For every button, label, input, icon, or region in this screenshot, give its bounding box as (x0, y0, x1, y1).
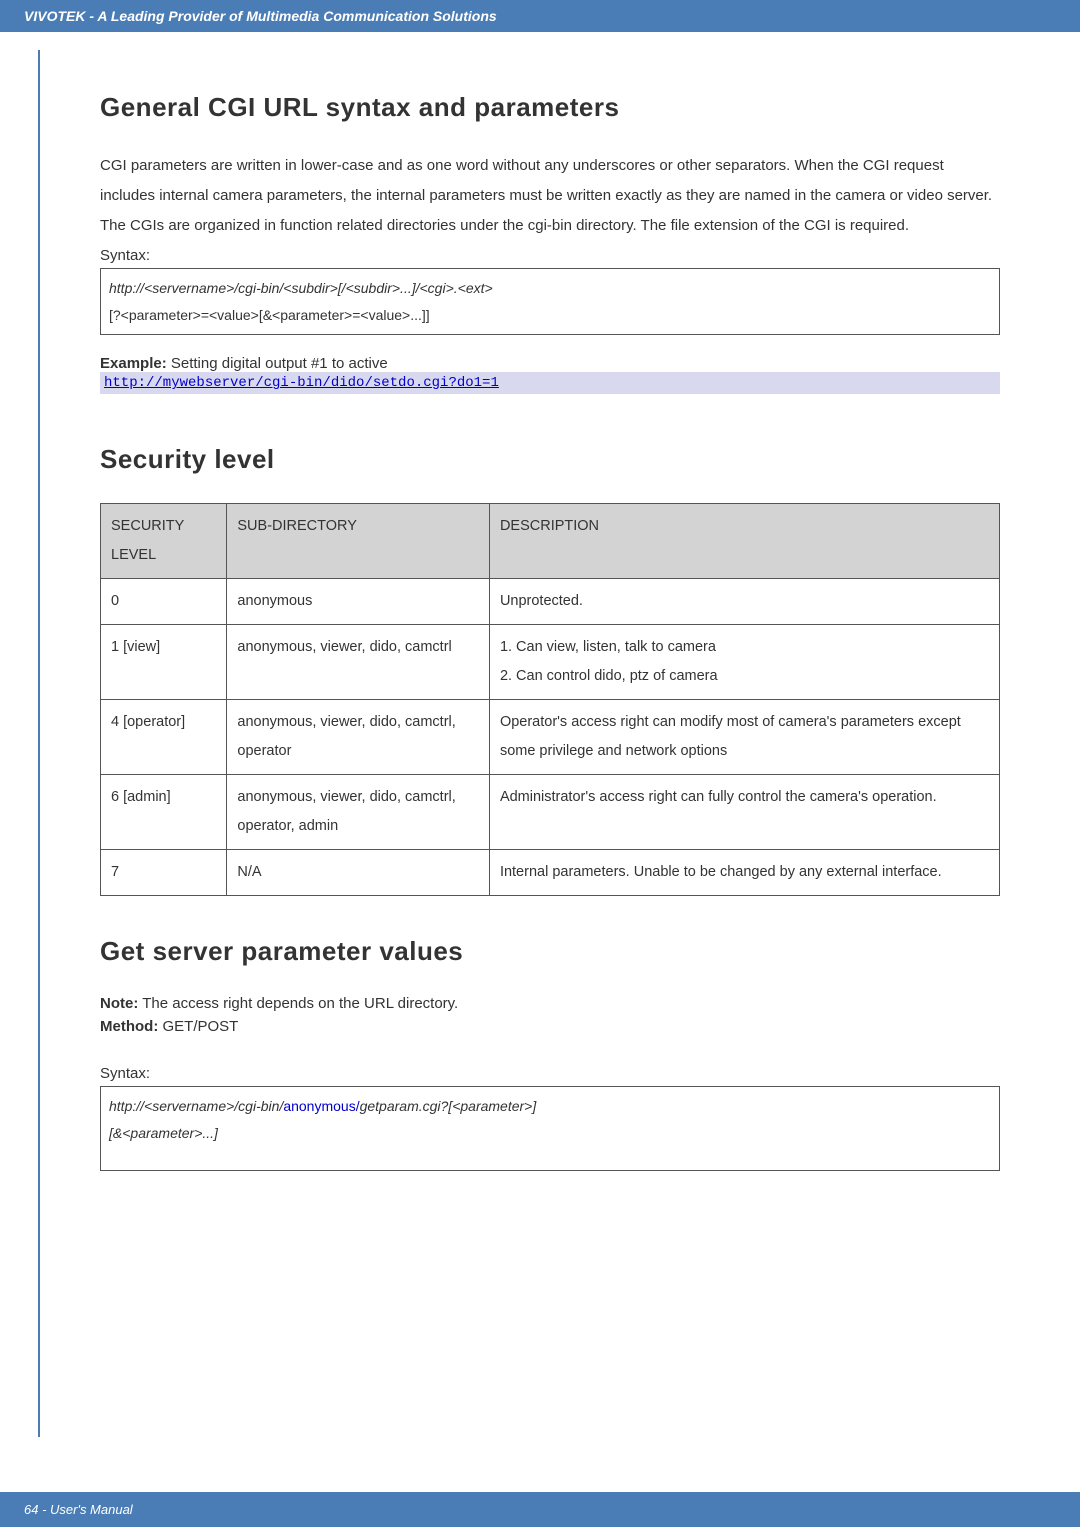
syntax-line-2: [?<parameter>=<value>[&<parameter>=<valu… (109, 302, 991, 329)
section1-heading: General CGI URL syntax and parameters (100, 92, 1000, 123)
cell-desc: Operator's access right can modify most … (489, 700, 999, 775)
cell-desc: Administrator's access right can fully c… (489, 775, 999, 850)
note-bold: Note: (100, 995, 138, 1012)
section2-heading: Security level (100, 444, 1000, 475)
table-row: 6 [admin] anonymous, viewer, dido, camct… (101, 775, 1000, 850)
cell-level: 0 (101, 579, 227, 625)
syntax3-line1: http://<servername>/cgi-bin/anonymous/ge… (109, 1093, 991, 1120)
cell-desc: Unprotected. (489, 579, 999, 625)
col-description: DESCRIPTION (489, 504, 999, 579)
cell-sub: anonymous, viewer, dido, camctrl, operat… (227, 775, 490, 850)
cell-sub: anonymous (227, 579, 490, 625)
table-row: 4 [operator] anonymous, viewer, dido, ca… (101, 700, 1000, 775)
cell-level: 7 (101, 850, 227, 896)
page-content: General CGI URL syntax and parameters CG… (0, 32, 1080, 1171)
cell-level: 1 [view] (101, 625, 227, 700)
table-row: 0 anonymous Unprotected. (101, 579, 1000, 625)
syntax3-line2: [&<parameter>...] (109, 1120, 991, 1147)
header-title: VIVOTEK - A Leading Provider of Multimed… (24, 8, 497, 24)
method-bold: Method: (100, 1018, 158, 1035)
footer-text: 64 - User's Manual (24, 1502, 133, 1517)
section1-example-label: Example: Setting digital output #1 to ac… (100, 355, 1000, 372)
cell-sub: N/A (227, 850, 490, 896)
cell-sub: anonymous, viewer, dido, camctrl, operat… (227, 700, 490, 775)
cell-desc: Internal parameters. Unable to be change… (489, 850, 999, 896)
col-sub-directory: SUB-DIRECTORY (227, 504, 490, 579)
section3-note: Note: The access right depends on the UR… (100, 995, 1000, 1012)
section1-syntax-box: http://<servername>/cgi-bin/<subdir>[/<s… (100, 268, 1000, 335)
section3-syntax-label: Syntax: (100, 1065, 1000, 1082)
cell-level: 4 [operator] (101, 700, 227, 775)
col-security-level: SECURITY LEVEL (101, 504, 227, 579)
section1-paragraph: CGI parameters are written in lower-case… (100, 151, 1000, 241)
cell-level: 6 [admin] (101, 775, 227, 850)
table-row: 7 N/A Internal parameters. Unable to be … (101, 850, 1000, 896)
syntax-line-1: http://<servername>/cgi-bin/<subdir>[/<s… (109, 275, 991, 302)
section1-syntax-label: Syntax: (100, 247, 1000, 264)
section1-example-url[interactable]: http://mywebserver/cgi-bin/dido/setdo.cg… (100, 372, 1000, 394)
cell-desc: 1. Can view, listen, talk to camera 2. C… (489, 625, 999, 700)
section3-heading: Get server parameter values (100, 936, 1000, 967)
table-row: 1 [view] anonymous, viewer, dido, camctr… (101, 625, 1000, 700)
example-bold: Example: (100, 355, 167, 372)
anonymous-link[interactable]: anonymous/ (283, 1098, 359, 1114)
security-level-table: SECURITY LEVEL SUB-DIRECTORY DESCRIPTION… (100, 503, 1000, 896)
note-rest: The access right depends on the URL dire… (138, 995, 458, 1012)
cell-sub: anonymous, viewer, dido, camctrl (227, 625, 490, 700)
section3-method: Method: GET/POST (100, 1018, 1000, 1035)
table-header-row: SECURITY LEVEL SUB-DIRECTORY DESCRIPTION (101, 504, 1000, 579)
method-rest: GET/POST (158, 1018, 238, 1035)
page-footer: 64 - User's Manual (0, 1492, 1080, 1527)
left-vertical-rule (38, 50, 40, 1437)
section3-syntax-box: http://<servername>/cgi-bin/anonymous/ge… (100, 1086, 1000, 1171)
example-rest: Setting digital output #1 to active (167, 355, 388, 372)
page-header: VIVOTEK - A Leading Provider of Multimed… (0, 0, 1080, 32)
